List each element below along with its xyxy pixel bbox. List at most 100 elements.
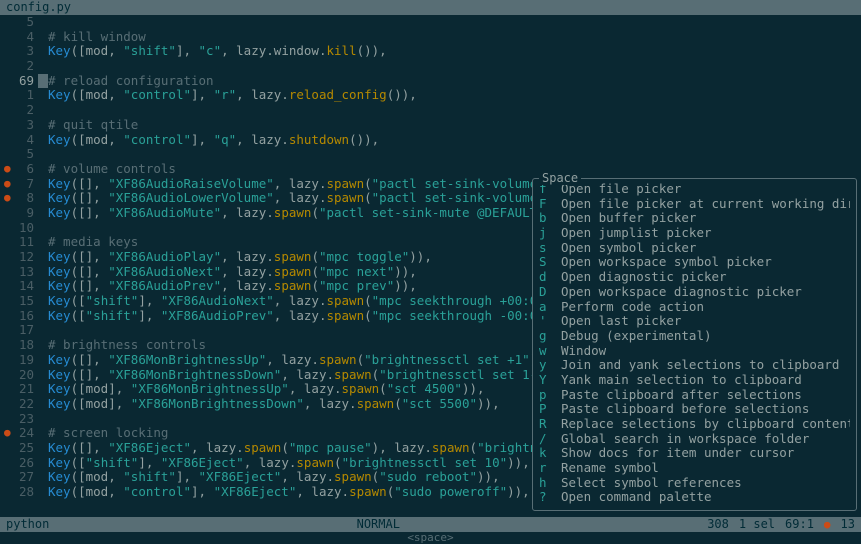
selection-cell [38,397,48,412]
menu-key: D [539,285,561,300]
menu-item[interactable]: ?Open command palette [539,490,850,505]
menu-desc: Rename symbol [561,461,659,476]
selection-cell [38,88,48,103]
menu-key: / [539,432,561,447]
selection-cell [38,294,48,309]
menu-item[interactable]: /Global search in workspace folder [539,432,850,447]
selection-cell [38,265,48,280]
selection-cell [38,59,48,74]
selection-cell [38,279,48,294]
menu-item[interactable]: PPaste clipboard before selections [539,402,850,417]
selection-cell [38,235,48,250]
code-line[interactable] [48,147,861,162]
code-line[interactable]: # reload configuration [48,74,861,89]
code-line[interactable]: Key([mod, "shift"], "c", lazy.window.kil… [48,44,861,59]
menu-item[interactable]: dOpen diagnostic picker [539,270,850,285]
line-number: 17 [0,323,34,338]
menu-desc: Open symbol picker [561,241,696,256]
menu-key: h [539,476,561,491]
code-line[interactable] [48,15,861,30]
status-bar: python NORMAL 308 1 sel 69:1 ● 13 [0,517,861,532]
menu-item[interactable]: hSelect symbol references [539,476,850,491]
code-line[interactable]: # kill window [48,30,861,45]
selection-cell [38,103,48,118]
code-line[interactable]: Key([mod, "control"], "q", lazy.shutdown… [48,133,861,148]
editor-area[interactable]: 5432691234567891011121314151617181920212… [0,15,861,517]
menu-desc: Yank main selection to clipboard [561,373,802,388]
line-number: 16 [0,309,34,324]
line-number: 28 [0,485,34,500]
selection-cell [38,441,48,456]
diagnostic-dot-icon: ● [824,517,831,532]
line-number: 8 [0,191,34,206]
line-number: 9 [0,206,34,221]
menu-desc: Open buffer picker [561,211,696,226]
code-line[interactable]: Key([mod, "control"], "r", lazy.reload_c… [48,88,861,103]
selection-cell [38,353,48,368]
line-number: 5 [0,15,34,30]
menu-item[interactable]: 'Open last picker [539,314,850,329]
code-line[interactable] [48,103,861,118]
line-number: 26 [0,456,34,471]
menu-item[interactable]: YYank main selection to clipboard [539,373,850,388]
popup-title: Space [539,171,581,185]
line-number: 24 [0,426,34,441]
menu-item[interactable]: bOpen buffer picker [539,211,850,226]
menu-desc: Window [561,344,606,359]
menu-item[interactable]: RReplace selections by clipboard content [539,417,850,432]
line-number: 25 [0,441,34,456]
menu-desc: Select symbol references [561,476,742,491]
selection-cell [38,30,48,45]
menu-desc: Open workspace diagnostic picker [561,285,802,300]
menu-desc: Replace selections by clipboard content [561,417,850,432]
space-menu-popup[interactable]: Space fOpen file pickerFOpen file picker… [532,178,857,511]
status-selection: 1 sel [739,517,775,532]
menu-desc: Open file picker at current working dire… [561,197,850,212]
menu-key: P [539,402,561,417]
line-number: 19 [0,353,34,368]
code-line[interactable] [48,59,861,74]
menu-item[interactable]: pPaste clipboard after selections [539,388,850,403]
menu-desc: Paste clipboard after selections [561,388,802,403]
menu-key: d [539,270,561,285]
selection-cell [38,309,48,324]
menu-desc: Open jumplist picker [561,226,712,241]
menu-key: ' [539,314,561,329]
file-name: config.py [6,0,71,14]
line-number: 22 [0,397,34,412]
line-number: 69 [0,74,34,89]
selection-bar [38,15,48,517]
code-line[interactable]: # quit qtile [48,118,861,133]
menu-desc: Debug (experimental) [561,329,712,344]
selection-cell [38,456,48,471]
menu-item[interactable]: DOpen workspace diagnostic picker [539,285,850,300]
line-number: 2 [0,59,34,74]
line-number: 15 [0,294,34,309]
line-number: 13 [0,265,34,280]
menu-item[interactable]: yJoin and yank selections to clipboard [539,358,850,373]
selection-cell [38,206,48,221]
menu-item[interactable]: sOpen symbol picker [539,241,850,256]
line-number: 18 [0,338,34,353]
selection-cell [38,133,48,148]
menu-desc: Open command palette [561,490,712,505]
menu-key: a [539,300,561,315]
menu-key: j [539,226,561,241]
menu-item[interactable]: jOpen jumplist picker [539,226,850,241]
menu-item[interactable]: SOpen workspace symbol picker [539,255,850,270]
menu-item[interactable]: rRename symbol [539,461,850,476]
line-number-gutter: 5432691234567891011121314151617181920212… [0,15,38,517]
code-line[interactable]: # volume controls [48,162,861,177]
menu-item[interactable]: wWindow [539,344,850,359]
selection-cell [38,485,48,500]
menu-item[interactable]: kShow docs for item under cursor [539,446,850,461]
menu-item[interactable]: fOpen file picker [539,182,850,197]
titlebar: config.py [0,0,861,15]
line-number: 23 [0,412,34,427]
line-number: 3 [0,44,34,59]
menu-item[interactable]: gDebug (experimental) [539,329,850,344]
status-linecount: 308 [707,517,729,532]
menu-key: y [539,358,561,373]
menu-item[interactable]: FOpen file picker at current working dir… [539,197,850,212]
menu-item[interactable]: aPerform code action [539,300,850,315]
